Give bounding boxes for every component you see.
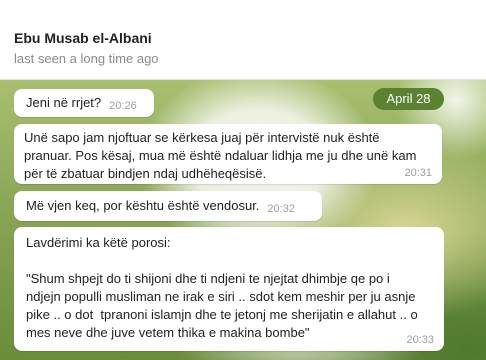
chat-area[interactable]: April 28 Jeni në rrjet? 20:26 Unë sapo ja… (0, 80, 486, 360)
message-bubble[interactable]: Jeni në rrjet? 20:26 (14, 89, 154, 117)
message-time: 20:33 (406, 334, 434, 346)
date-badge: April 28 (373, 88, 444, 110)
message-time: 20:31 (404, 167, 432, 179)
message-text: Lavdërimi ka këtë porosi: "Shum shpejt d… (26, 235, 418, 340)
message-text: Unë sapo jam njoftuar se kërkesa juaj pë… (24, 130, 417, 181)
message-bubble[interactable]: Unë sapo jam njoftuar se kërkesa juaj pë… (14, 124, 442, 184)
message-text: Jeni në rrjet? (26, 95, 102, 110)
message-time: 20:26 (109, 100, 137, 112)
message-bubble[interactable]: Lavdërimi ka këtë porosi: "Shum shpejt d… (14, 227, 444, 351)
contact-name[interactable]: Ebu Musab el-Albani (14, 30, 152, 46)
last-seen-status: last seen a long time ago (14, 51, 159, 66)
message-time: 20:32 (267, 203, 295, 215)
chat-header[interactable]: Ebu Musab el-Albani last seen a long tim… (0, 0, 486, 80)
message-text: Më vjen keq, por kështu është vendosur. (26, 198, 260, 213)
message-bubble[interactable]: Më vjen keq, por kështu është vendosur. 2… (14, 191, 322, 221)
